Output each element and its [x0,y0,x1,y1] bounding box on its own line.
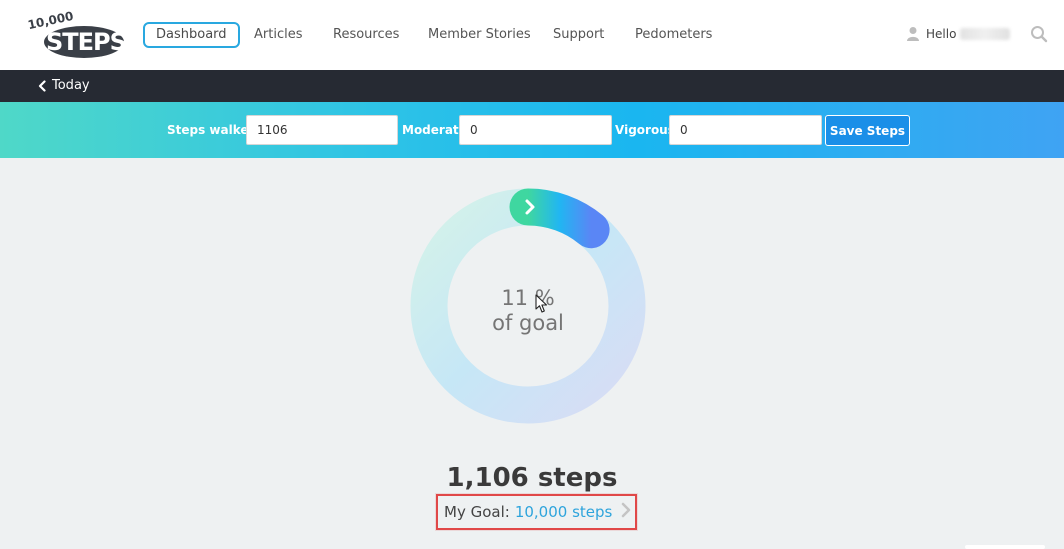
greeting-text: Hello [926,27,957,41]
chevron-left-icon [38,79,46,92]
steps-walked-label: Steps walked [167,123,258,137]
date-bar: Today [0,70,1064,102]
progress-caption: of goal [492,311,564,335]
nav-dashboard[interactable]: Dashboard [143,22,240,48]
ring-progress-arc [509,188,610,249]
scroll-indicator [965,545,1045,549]
nav-articles[interactable]: Articles [254,22,302,48]
my-goal-link[interactable]: My Goal: 10,000 steps [436,494,637,530]
steps-walked-input[interactable] [246,115,398,145]
progress-readout: 11 % of goal [410,286,646,336]
chevron-right-icon [621,502,631,522]
moderate-label: Moderate [402,123,467,137]
user-menu[interactable]: Hello [906,24,1011,44]
goal-label: My Goal: [444,503,510,521]
search-icon[interactable] [1030,25,1048,43]
svg-text:STEPS: STEPS [46,28,126,56]
nav-resources[interactable]: Resources [333,22,399,48]
moderate-input[interactable] [459,115,612,145]
user-icon [906,26,920,42]
back-today-link[interactable]: Today [38,78,90,93]
vigorous-input[interactable] [669,115,822,145]
vigorous-label: Vigorous [615,123,675,137]
nav-member-stories[interactable]: Member Stories [428,22,531,48]
nav-pedometers[interactable]: Pedometers [635,22,712,48]
goal-value: 10,000 steps [514,503,613,521]
log-steps-bar: Steps walked Moderate Vigorous Save Step… [0,102,1064,158]
mouse-pointer-icon [535,294,549,314]
user-name-redacted [960,28,1011,40]
top-navbar: 10,000 STEPS Dashboard Articles Resource… [0,0,1064,70]
today-label: Today [52,78,90,93]
progress-percent: 11 % [501,286,555,310]
nav-support[interactable]: Support [553,22,604,48]
10000-steps-logo[interactable]: 10,000 STEPS [24,9,128,60]
steps-total: 1,106 steps [446,463,618,493]
save-steps-button[interactable]: Save Steps [825,115,910,146]
